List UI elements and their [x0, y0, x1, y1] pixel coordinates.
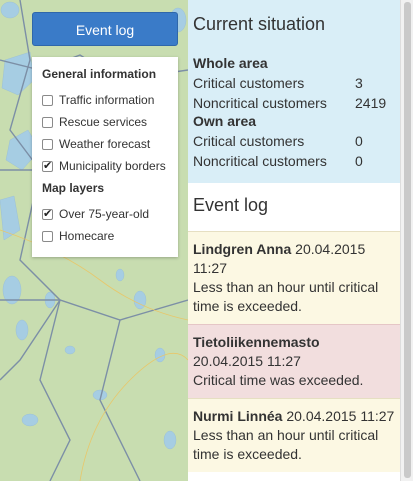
- layer-label: Traffic information: [59, 93, 155, 107]
- current-situation-section: Current situation Whole area Critical cu…: [188, 0, 400, 183]
- over-75-checkbox[interactable]: [42, 207, 53, 220]
- event-item[interactable]: Nurmi Linnéa 20.04.2015 11:27 Less than …: [188, 398, 400, 472]
- stat-value: 0: [355, 153, 363, 169]
- current-situation-title: Current situation: [193, 14, 326, 34]
- event-time: 20.04.2015 11:27: [286, 408, 395, 424]
- layer-label: Homecare: [59, 229, 115, 243]
- event-log-button[interactable]: Event log: [32, 12, 178, 46]
- stat-row: Noncritical customers 2419: [193, 93, 395, 113]
- layers-panel: General information Traffic information …: [32, 57, 178, 257]
- layer-homecare[interactable]: Homecare: [42, 225, 168, 247]
- whole-area-heading: Whole area: [193, 55, 268, 71]
- stat-value: 0: [355, 133, 363, 149]
- map-layers-heading: Map layers: [42, 181, 105, 195]
- stat-label: Noncritical customers: [193, 95, 327, 111]
- event-subject: Nurmi Linnéa: [193, 408, 283, 424]
- weather-forecast-checkbox[interactable]: [42, 138, 53, 150]
- general-information-heading: General information: [42, 67, 157, 81]
- stat-label: Noncritical customers: [193, 153, 327, 169]
- stat-label: Critical customers: [193, 133, 305, 149]
- event-item[interactable]: Tietoliikennemasto 20.04.2015 11:27 Crit…: [188, 324, 400, 398]
- layer-label: Rescue services: [59, 115, 148, 129]
- traffic-information-checkbox[interactable]: [42, 94, 53, 106]
- event-message: Less than an hour until critical time is…: [193, 279, 379, 314]
- event-message: Critical time was exceeded.: [193, 372, 364, 388]
- stat-row: Critical customers 0: [193, 131, 395, 151]
- layer-label: Municipality borders: [59, 159, 166, 173]
- rescue-services-checkbox[interactable]: [42, 116, 53, 128]
- event-subject: Lindgren Anna: [193, 241, 292, 257]
- event-subject: Tietoliikennemasto: [193, 334, 320, 350]
- stat-value: 3: [355, 75, 363, 91]
- layer-label: Over 75-year-old: [59, 207, 150, 221]
- event-item[interactable]: Lindgren Anna 20.04.2015 11:27 Less than…: [188, 231, 400, 324]
- layer-over-75[interactable]: Over 75-year-old: [42, 203, 168, 225]
- stat-label: Critical customers: [193, 75, 305, 91]
- layer-traffic-information[interactable]: Traffic information: [42, 89, 168, 111]
- scrollbar-thumb[interactable]: [404, 2, 411, 478]
- event-time: 20.04.2015 11:27: [193, 353, 301, 369]
- layer-weather-forecast[interactable]: Weather forecast: [42, 133, 168, 155]
- stat-row: Noncritical customers 0: [193, 151, 395, 171]
- layer-municipality-borders[interactable]: Municipality borders: [42, 155, 168, 177]
- layer-rescue-services[interactable]: Rescue services: [42, 111, 168, 133]
- scrollbar[interactable]: [400, 0, 413, 481]
- stat-value: 2419: [355, 95, 387, 111]
- own-area-heading: Own area: [193, 113, 257, 129]
- stat-row: Critical customers 3: [193, 73, 395, 93]
- municipality-borders-checkbox[interactable]: [42, 159, 53, 172]
- layer-label: Weather forecast: [59, 137, 151, 151]
- homecare-checkbox[interactable]: [42, 230, 53, 242]
- event-log-title: Event log: [188, 183, 400, 231]
- side-panel: Current situation Whole area Critical cu…: [188, 0, 400, 481]
- event-message: Less than an hour until critical time is…: [193, 427, 379, 462]
